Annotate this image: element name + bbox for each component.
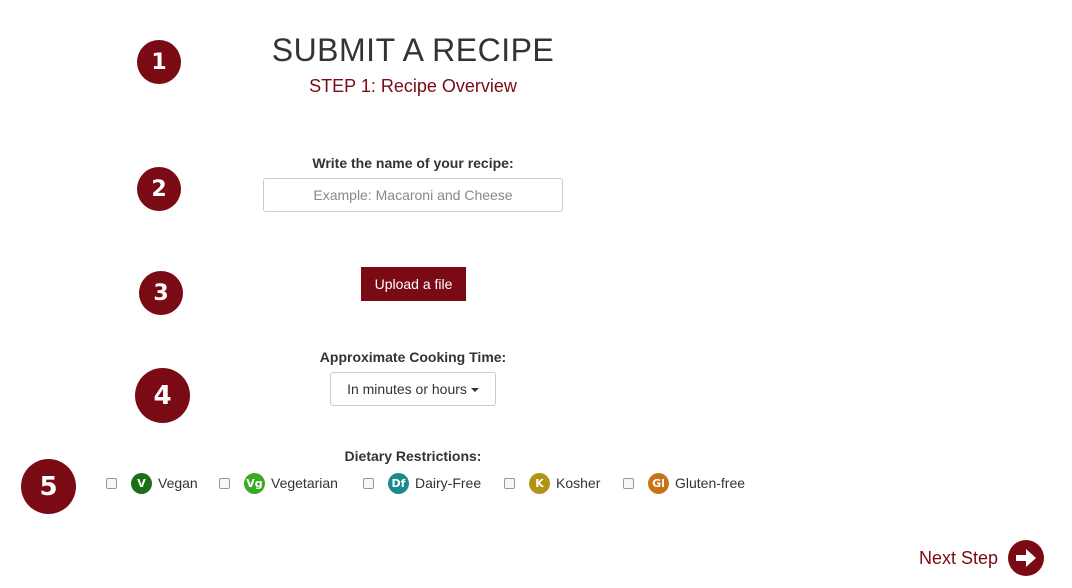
cooking-time-dropdown[interactable]: In minutes or hours [330, 372, 496, 406]
gluten-free-icon: Gl [648, 472, 669, 494]
vegan-checkbox[interactable] [106, 477, 117, 489]
diet-option-kosher[interactable]: K Kosher [504, 472, 600, 494]
recipe-name-input[interactable] [263, 178, 563, 212]
diet-option-gluten-free[interactable]: Gl Gluten-free [623, 472, 745, 494]
caret-down-icon [470, 388, 479, 392]
vegetarian-label: Vegetarian [271, 475, 338, 491]
gluten-free-label: Gluten-free [675, 475, 746, 491]
step-badge-1: 1 [137, 40, 181, 84]
page-subtitle: STEP 1: Recipe Overview [309, 76, 517, 96]
step-badge-2: 2 [137, 167, 181, 211]
kosher-icon: K [529, 472, 550, 494]
recipe-name-label: Write the name of your recipe: [312, 155, 514, 171]
vegan-icon: V [131, 472, 152, 494]
cooking-time-selected: In minutes or hours [347, 381, 467, 397]
page-title: SUBMIT A RECIPE [271, 32, 555, 68]
diet-option-dairy-free[interactable]: Df Dairy-Free [363, 472, 481, 494]
vegetarian-icon: Vg [244, 472, 265, 494]
dairy-free-label: Dairy-Free [415, 475, 482, 491]
cooking-time-label: Approximate Cooking Time: [319, 349, 507, 365]
arrow-right-circle-icon[interactable] [1008, 540, 1045, 576]
step-badge-3: 3 [139, 271, 183, 315]
vegan-label: Vegan [158, 475, 198, 491]
step-badge-4: 4 [135, 368, 190, 423]
dairy-free-icon: Df [388, 472, 409, 494]
vegetarian-checkbox[interactable] [219, 477, 230, 489]
dietary-restrictions-label: Dietary Restrictions: [344, 448, 482, 464]
kosher-checkbox[interactable] [504, 477, 515, 489]
next-step-button[interactable]: Next Step [919, 540, 1045, 576]
upload-file-button[interactable]: Upload a file [361, 267, 466, 301]
dairy-free-checkbox[interactable] [363, 477, 374, 489]
gluten-free-checkbox[interactable] [623, 477, 634, 489]
kosher-label: Kosher [556, 475, 601, 491]
next-step-label: Next Step [919, 547, 999, 568]
dietary-options: V Vegan Vg Vegetarian Df Dairy-Free K Ko… [0, 472, 1072, 494]
diet-option-vegetarian[interactable]: Vg Vegetarian [219, 472, 338, 494]
diet-option-vegan[interactable]: V Vegan [106, 472, 198, 494]
